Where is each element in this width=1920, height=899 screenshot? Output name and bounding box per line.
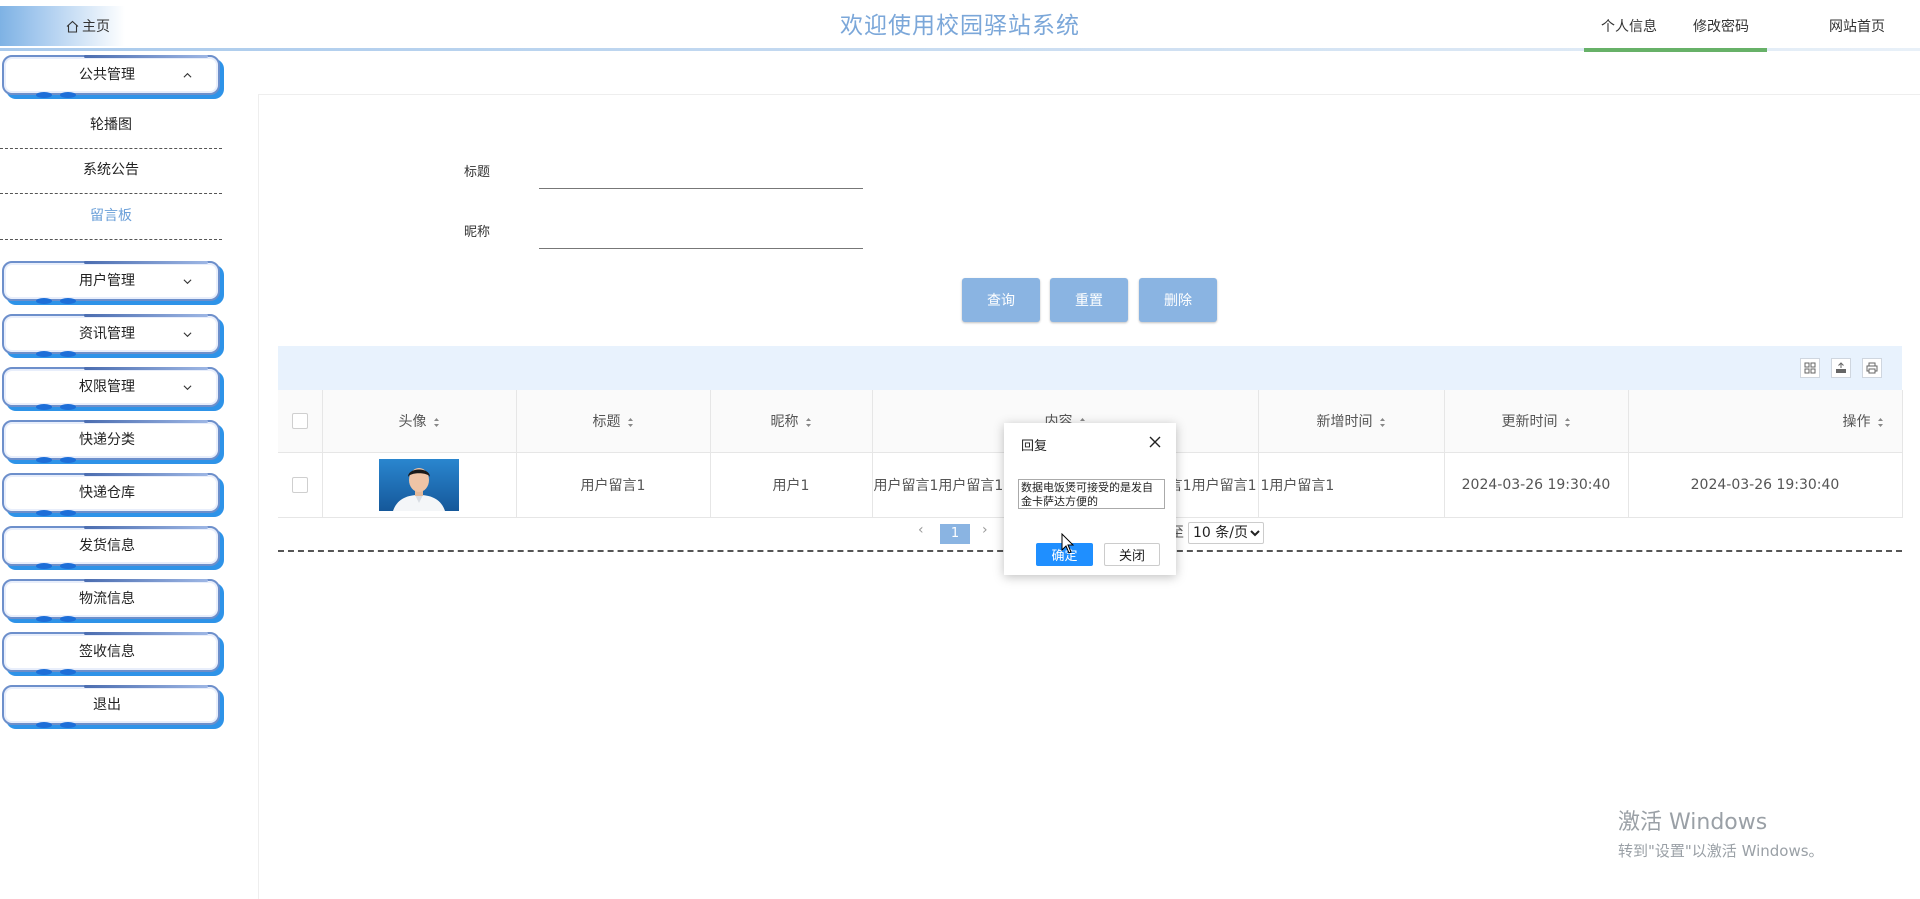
chevron-down-icon [183,279,192,285]
menu-news-management[interactable]: 资讯管理 [2,314,220,357]
column-header-nickname[interactable]: 昵称 [710,390,873,453]
menu-label: 签收信息 [79,644,135,660]
top-bar: 欢迎使用校园驿站系统 主页 个人信息 修改密码 网站首页 [0,0,1920,52]
menu-decoration-dots [36,722,76,728]
menu-decoration-dots [36,457,76,463]
title-input[interactable] [539,160,863,189]
row-select-cell [278,452,323,518]
prev-page-icon[interactable]: ‹ [918,522,924,538]
nickname-cell: 用户1 [710,452,873,518]
nickname-label: 昵称 [464,225,491,240]
column-header-updated[interactable]: 更新时间 [1444,390,1629,453]
title-label: 标题 [464,165,491,180]
column-label: 头像 [398,414,427,430]
menu-decoration-dots [36,616,76,622]
export-icon[interactable] [1831,358,1851,378]
watermark-line1: 激活 Windows [1618,810,1768,835]
menu-shipping-info[interactable]: 发货信息 [2,526,220,569]
created-time-cell: 2024-03-26 19:30:40 [1444,452,1629,518]
close-icon[interactable] [1146,433,1164,451]
menu-label: 退出 [93,697,121,713]
column-label: 更新时间 [1501,414,1558,430]
chevron-down-icon [183,385,192,391]
column-label: 标题 [592,414,621,430]
menu-receipt-info[interactable]: 签收信息 [2,632,220,675]
menu-decoration-dots [36,404,76,410]
sidebar-item-message-board[interactable]: 留言板 [0,194,222,240]
columns-icon[interactable] [1800,358,1820,378]
home-icon [66,20,79,33]
chevron-up-icon [183,72,192,78]
title-cell: 用户留言1 [516,452,711,518]
table-toolbar [278,346,1902,390]
menu-logout[interactable]: 退出 [2,685,220,728]
menu-user-management[interactable]: 用户管理 [2,261,220,304]
menu-label: 快递仓库 [79,485,135,501]
sort-icon [1877,417,1883,427]
menu-decoration-dots [36,669,76,675]
updated-time-cell: 2024-03-26 19:30:40 [1628,452,1903,518]
reset-button[interactable]: 重置 [1050,278,1128,322]
home-link[interactable]: 主页 [0,6,125,46]
content-text-right: 言1用户留言1 [1168,478,1257,494]
windows-activation-watermark: 激活 Windows 转到"设置"以激活 Windows。 [1618,804,1824,861]
column-label: 新增时间 [1316,414,1373,430]
menu-decoration-dots [36,298,76,304]
chevron-down-icon [183,332,192,338]
menu-public-management[interactable]: 公共管理 [2,55,220,98]
column-header-avatar[interactable]: 头像 [322,390,517,453]
menu-decoration-dots [36,92,76,98]
sidebar-item-announcement[interactable]: 系统公告 [0,148,222,194]
mouse-cursor-icon [1061,533,1075,554]
menu-decoration-dots [36,563,76,569]
avatar-cell [322,452,517,518]
query-button[interactable]: 查询 [962,278,1040,322]
nickname-input[interactable] [539,220,863,249]
menu-express-warehouse[interactable]: 快递仓库 [2,473,220,516]
menu-permission-management[interactable]: 权限管理 [2,367,220,410]
select-all-cell [278,390,323,453]
home-label: 主页 [82,19,110,35]
watermark-line2: 转到"设置"以激活 Windows。 [1618,842,1824,860]
sort-icon [433,417,439,427]
content-text: 用户留言1用户留言1, [873,478,1008,494]
menu-label: 物流信息 [79,591,135,607]
dialog-title: 回复 [1021,439,1048,454]
menu-logistics-info[interactable]: 物流信息 [2,579,220,622]
column-label: 昵称 [770,414,799,430]
sort-icon [1379,417,1385,427]
change-password-link[interactable]: 修改密码 [1693,16,1749,36]
active-tab-indicator [1584,48,1767,52]
sidebar-item-carousel[interactable]: 轮播图 [0,103,222,149]
column-header-actions[interactable]: 操作 [1628,390,1903,453]
close-button[interactable]: 关闭 [1104,543,1160,566]
menu-decoration-dots [36,351,76,357]
page-number-current[interactable]: 1 [940,524,970,544]
column-header-title[interactable]: 标题 [516,390,711,453]
row-checkbox[interactable] [291,477,308,493]
sort-icon [1564,417,1570,427]
next-page-icon[interactable]: › [982,522,988,538]
page-size-select[interactable]: 10 条/页 [1188,522,1264,544]
delete-button[interactable]: 删除 [1139,278,1217,322]
reply-textarea[interactable]: 数据电饭煲可接受的是发自金卡萨达方便的 [1018,479,1165,509]
menu-label: 快递分类 [79,432,135,448]
avatar-image [379,459,459,511]
sort-icon [805,417,811,427]
column-header-created[interactable]: 新增时间 [1258,390,1445,453]
profile-link[interactable]: 个人信息 [1601,16,1657,36]
reply-dialog: 回复 数据电饭煲可接受的是发自金卡萨达方便的 确定 关闭 [1004,423,1176,575]
menu-label: 发货信息 [79,538,135,554]
sort-icon [627,417,633,427]
menu-express-category[interactable]: 快递分类 [2,420,220,463]
select-all-checkbox[interactable] [291,413,308,429]
print-icon[interactable] [1862,358,1882,378]
website-home-link[interactable]: 网站首页 [1829,16,1885,36]
content-tail-cell: 1用户留言1 [1258,452,1445,518]
menu-decoration-dots [36,510,76,516]
column-label: 操作 [1842,414,1871,430]
